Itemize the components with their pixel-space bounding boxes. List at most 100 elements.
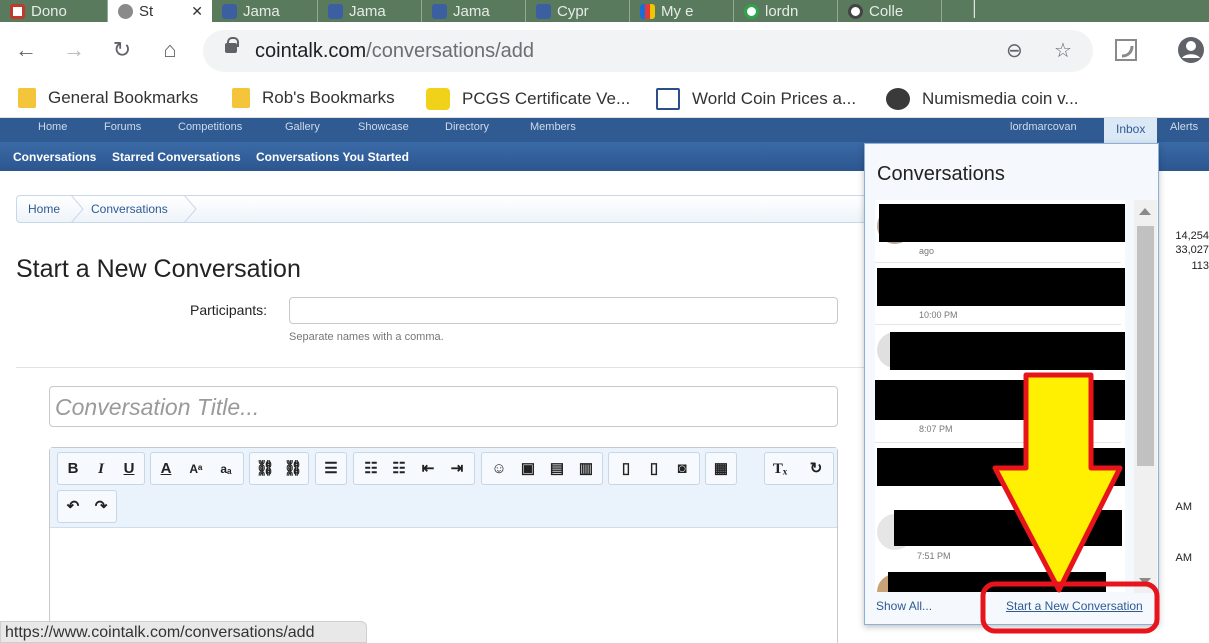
conversation-time: 10:00 PM [919, 310, 958, 320]
scroll-down-icon[interactable] [1139, 578, 1151, 585]
italic-icon[interactable]: I [90, 459, 112, 479]
popup-title: Conversations [877, 163, 1005, 185]
participants-input[interactable] [289, 297, 838, 324]
underline-icon[interactable]: U [118, 459, 140, 479]
conversation-title-input[interactable]: Conversation Title... [49, 386, 838, 427]
alerts-link[interactable]: Alerts [1170, 121, 1198, 133]
outdent-icon[interactable]: ⇤ [417, 459, 439, 479]
browser-tab[interactable]: Jama [422, 0, 526, 22]
unlink-icon[interactable]: ⛓ [282, 459, 304, 479]
conversation-list-scrollbar[interactable] [1134, 200, 1157, 593]
message-editor[interactable]: B I U A Aᵃ aₐ ⛓ ⛓ ☰ ☷ ☷ ⇤ ⇥ ☺ ▣ ▤ ▥ ▯ ▯ … [49, 447, 838, 643]
indent-icon[interactable]: ⇥ [446, 459, 468, 479]
username-link[interactable]: lordmarcovan [1010, 121, 1077, 133]
bullet-list-icon[interactable]: ☷ [360, 459, 382, 479]
address-bar[interactable]: cointalk.com/conversations/add ⊖ ☆ [203, 30, 1093, 72]
smilie-icon[interactable]: ☺ [488, 459, 510, 479]
coin-icon [886, 88, 910, 110]
image-icon[interactable]: ▣ [517, 459, 539, 479]
browser-tab[interactable]: Cypr [526, 0, 630, 22]
bookmark-star-icon[interactable]: ☆ [1054, 38, 1072, 63]
undo-icon[interactable]: ↶ [62, 497, 84, 517]
nav-competitions[interactable]: Competitions [178, 121, 242, 133]
back-arrow-icon[interactable]: ← [12, 36, 40, 64]
redo-icon[interactable]: ↷ [90, 497, 112, 517]
link-icon[interactable]: ⛓ [254, 459, 276, 479]
list-item[interactable]: 7:51 PM [875, 510, 1125, 572]
breadcrumb-home[interactable]: Home [28, 202, 60, 216]
new-tab-icon[interactable]: │ [970, 0, 980, 18]
home-icon[interactable]: ⌂ [156, 36, 184, 64]
bold-icon[interactable]: B [62, 459, 84, 479]
breadcrumb-conversations[interactable]: Conversations [91, 202, 168, 216]
nav-home[interactable]: Home [38, 121, 67, 133]
list-item[interactable] [875, 568, 1125, 592]
php-icon[interactable]: ▯ [643, 459, 665, 479]
redaction [877, 268, 1125, 306]
browser-tab[interactable]: Colle [838, 0, 942, 22]
pcgs-shield-icon [426, 88, 450, 110]
browser-tab[interactable]: Jama [318, 0, 422, 22]
nav-directory[interactable]: Directory [445, 121, 489, 133]
list-item[interactable]: 10:00 PM [875, 264, 1125, 326]
subnav-conversations-you-started[interactable]: Conversations You Started [256, 150, 409, 164]
browser-tab[interactable]: Dono [0, 0, 108, 22]
camera-icon[interactable]: ◙ [671, 459, 693, 479]
text-color-icon[interactable]: A [155, 459, 177, 479]
divider [875, 442, 1121, 443]
nav-members[interactable]: Members [530, 121, 576, 133]
tab-favicon-icon [744, 3, 759, 19]
subnav-starred-conversations[interactable]: Starred Conversations [112, 150, 241, 164]
extension-icon[interactable] [1112, 36, 1140, 64]
toolbar-group: ↶ ↷ [57, 490, 117, 523]
close-tab-icon[interactable]: ✕ [191, 3, 203, 20]
media-icon[interactable]: ▤ [546, 459, 568, 479]
bookmark-item[interactable]: General Bookmarks [18, 88, 198, 108]
participants-hint: Separate names with a comma. [289, 331, 444, 343]
bookmark-item[interactable]: PCGS Certificate Ve... [426, 88, 630, 110]
save-draft-icon[interactable]: ▦ [710, 459, 732, 479]
browser-tab[interactable]: My e [630, 0, 734, 22]
font-family-icon[interactable]: aₐ [215, 459, 237, 479]
browser-tab-active[interactable]: St ✕ [108, 0, 212, 22]
switch-mode-icon[interactable]: ↻ [805, 459, 827, 479]
scrollbar-thumb[interactable] [1137, 226, 1154, 466]
start-new-conversation-link[interactable]: Start a New Conversation [1006, 599, 1143, 613]
list-item[interactable]: ago [875, 200, 1125, 263]
conversations-popup: Conversations ago 10:00 PM 8:07 PM 7:51 … [864, 143, 1159, 625]
redaction [888, 572, 1106, 592]
subnav-conversations[interactable]: Conversations [13, 150, 96, 164]
list-item[interactable]: 8:07 PM [875, 378, 1125, 446]
remove-format-icon[interactable]: Tₓ [769, 459, 791, 479]
bookmark-item[interactable]: World Coin Prices a... [656, 88, 856, 110]
nav-gallery[interactable]: Gallery [285, 121, 320, 133]
font-size-icon[interactable]: Aᵃ [185, 459, 207, 479]
lock-icon [225, 37, 239, 53]
quote-icon[interactable]: ▥ [575, 459, 597, 479]
conversation-time: ago [919, 246, 935, 256]
profile-avatar-icon[interactable] [1177, 36, 1205, 64]
tab-favicon-icon [432, 3, 447, 19]
code-icon[interactable]: ▯ [615, 459, 637, 479]
toolbar-group: B I U [57, 452, 145, 485]
forward-arrow-icon[interactable]: → [60, 36, 88, 64]
divider [875, 262, 1121, 263]
bookmark-item[interactable]: Numismedia coin v... [886, 88, 1079, 110]
zoom-icon[interactable]: ⊖ [1006, 38, 1023, 63]
list-item[interactable] [875, 326, 1125, 378]
conversation-time: 8:07 PM [919, 424, 953, 434]
reload-icon[interactable]: ↻ [108, 36, 136, 64]
list-item[interactable] [875, 446, 1125, 510]
nav-showcase[interactable]: Showcase [358, 121, 409, 133]
bookmarks-bar: General Bookmarks Rob's Bookmarks PCGS C… [0, 80, 1209, 118]
bookmark-item[interactable]: Rob's Bookmarks [232, 88, 395, 108]
align-icon[interactable]: ☰ [320, 459, 342, 479]
scroll-up-icon[interactable] [1139, 208, 1151, 215]
inbox-tab[interactable]: Inbox [1104, 118, 1157, 146]
browser-tab[interactable]: lordn [734, 0, 838, 22]
folder-icon [232, 88, 250, 108]
nav-forums[interactable]: Forums [104, 121, 141, 133]
browser-tab[interactable]: Jama [212, 0, 318, 22]
show-all-link[interactable]: Show All... [876, 599, 932, 613]
numbered-list-icon[interactable]: ☷ [388, 459, 410, 479]
